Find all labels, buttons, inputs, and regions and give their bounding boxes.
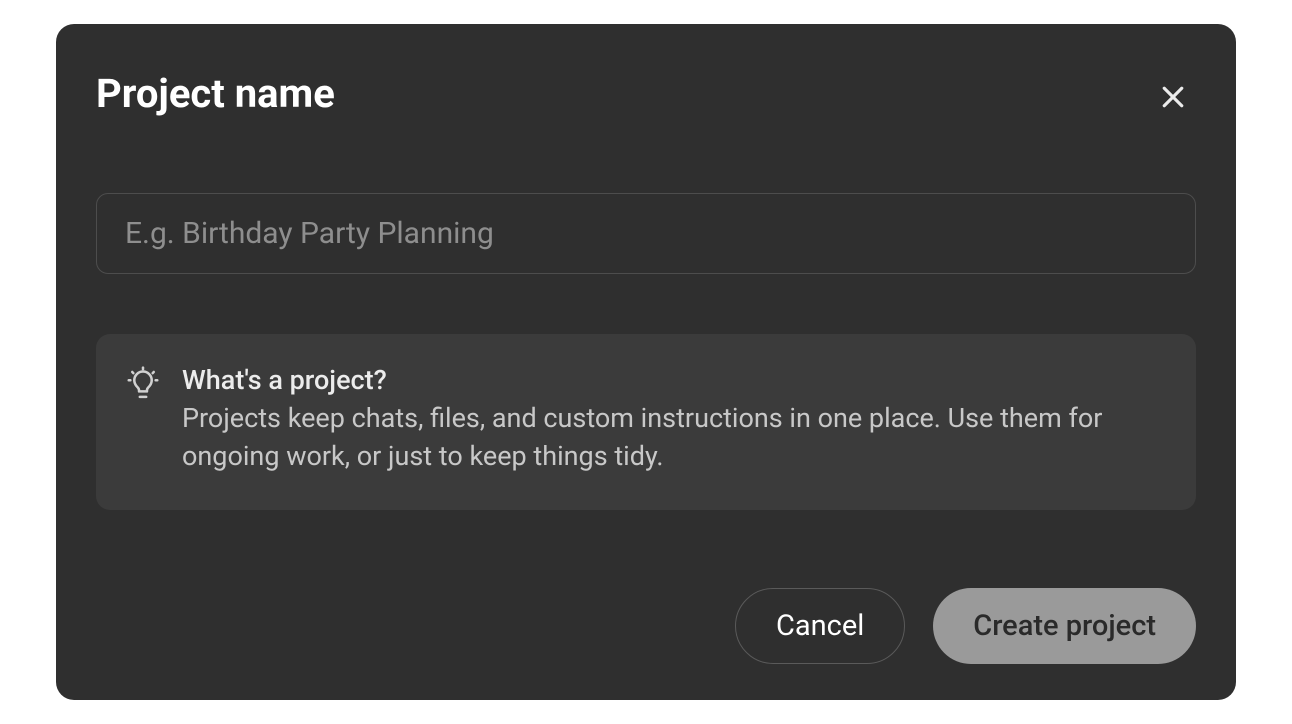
cancel-button[interactable]: Cancel [735, 588, 905, 664]
info-text: What's a project? Projects keep chats, f… [182, 364, 1168, 476]
modal-title: Project name [96, 72, 335, 116]
project-name-field [96, 193, 1196, 274]
project-name-input[interactable] [96, 193, 1196, 274]
modal-footer: Cancel Create project [96, 588, 1196, 664]
lightbulb-icon [124, 366, 162, 476]
close-button[interactable] [1150, 74, 1196, 123]
close-icon [1158, 82, 1188, 115]
info-description: Projects keep chats, files, and custom i… [182, 400, 1168, 476]
create-project-modal: Project name What' [56, 24, 1236, 700]
modal-header: Project name [96, 64, 1196, 123]
info-heading: What's a project? [182, 364, 1168, 396]
create-project-button[interactable]: Create project [933, 588, 1196, 664]
info-card: What's a project? Projects keep chats, f… [96, 334, 1196, 510]
